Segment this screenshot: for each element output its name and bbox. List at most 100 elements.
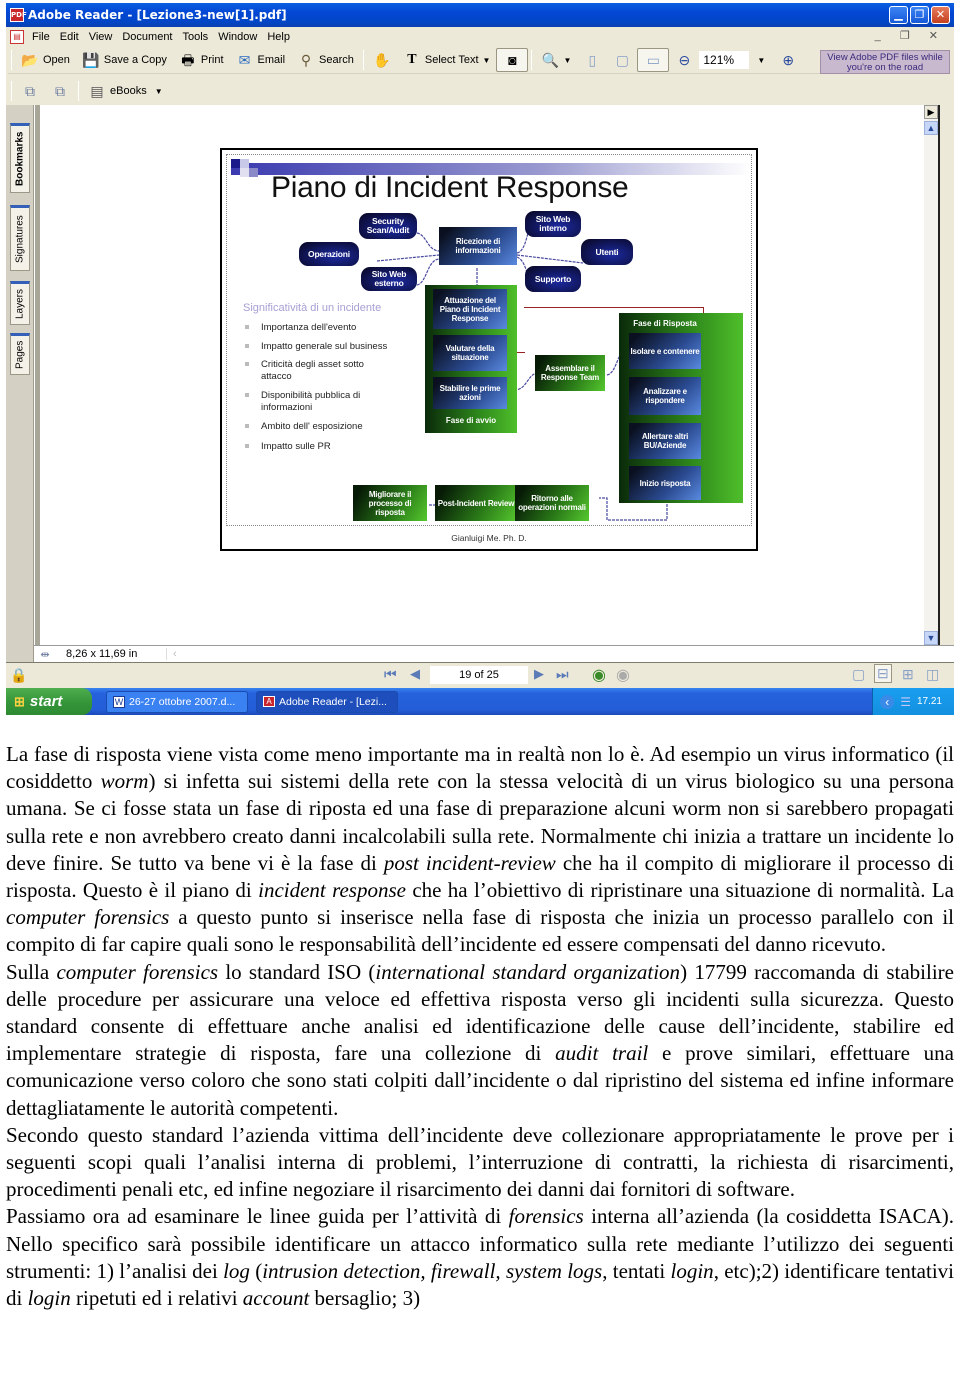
text-run: ( bbox=[249, 1258, 263, 1283]
hand-tool-button[interactable]: ✋ bbox=[367, 48, 397, 72]
doc-close-button[interactable]: ✕ bbox=[929, 30, 946, 42]
next-view-page-button[interactable]: ⧉ bbox=[15, 79, 45, 103]
fit-width-button[interactable]: ▭ bbox=[637, 48, 670, 72]
chevron-down-icon[interactable]: ▼ bbox=[155, 87, 163, 96]
continuous-page-button[interactable]: ⊟ bbox=[874, 664, 892, 683]
adobe-reader-window: PDF Adobe Reader - [Lezione3-new[1].pdf]… bbox=[6, 3, 954, 715]
menu-file[interactable]: File bbox=[27, 31, 55, 43]
next-page-button[interactable]: ▶ bbox=[534, 666, 544, 682]
text-run: lo standard ISO ( bbox=[218, 959, 376, 984]
italic-term: audit trail bbox=[555, 1041, 649, 1066]
significance-heading: Significatività di un incidente bbox=[243, 302, 382, 314]
node-post-incident-review: Post-Incident Review bbox=[435, 485, 517, 521]
clock: 17.21 bbox=[916, 696, 942, 707]
facing-button[interactable]: ◫ bbox=[926, 666, 939, 683]
doc-minimize-button[interactable]: _ bbox=[875, 30, 889, 42]
taskbar-item-word-doc[interactable]: W 26-27 ottobre 2007.d... bbox=[106, 690, 248, 713]
last-page-button[interactable]: ⏭ bbox=[556, 666, 569, 683]
paragraph: Secondo questo standard l’azienda vittim… bbox=[6, 1122, 954, 1204]
chevron-down-icon[interactable]: ▼ bbox=[563, 56, 571, 65]
document-viewport[interactable]: Piano di Incident Response Security Scan… bbox=[40, 105, 940, 645]
menu-view[interactable]: View bbox=[84, 31, 118, 43]
italic-term: computer forensics bbox=[6, 905, 170, 930]
restore-button[interactable]: ❐ bbox=[910, 6, 929, 24]
step-valutare: Valutare della situazione bbox=[433, 335, 507, 371]
ebooks-label: eBooks bbox=[110, 85, 147, 97]
first-page-button[interactable]: ⏮ bbox=[384, 666, 397, 683]
minimize-button[interactable]: ▁ bbox=[889, 6, 908, 24]
tab-pages[interactable]: Pages bbox=[10, 333, 30, 375]
show-hidden-icons-button[interactable]: ‹ bbox=[880, 694, 895, 709]
menu-document[interactable]: Document bbox=[117, 31, 177, 43]
menu-window[interactable]: Window bbox=[213, 31, 262, 43]
node-migliorare: Migliorare il processo di risposta bbox=[353, 485, 427, 521]
print-button[interactable]: 🖶 Print bbox=[173, 48, 230, 72]
menu-tools[interactable]: Tools bbox=[178, 31, 214, 43]
page-actual-size-icon: ▯ bbox=[588, 52, 597, 68]
significance-item: Importanza dell'evento bbox=[245, 322, 395, 334]
ebooks-button[interactable]: ▤ eBooks ▼ bbox=[82, 79, 169, 103]
node-ricezione: Ricezione di informazioni bbox=[439, 227, 517, 265]
previous-page-button[interactable]: ◀ bbox=[410, 666, 420, 682]
close-button[interactable]: ✕ bbox=[931, 6, 950, 24]
printer-icon: 🖶 bbox=[181, 52, 195, 68]
search-button[interactable]: ⚲ Search bbox=[291, 48, 360, 72]
go-back-button[interactable]: ◉ bbox=[592, 665, 606, 685]
collapse-pane-arrow-icon[interactable]: ▶ bbox=[924, 105, 938, 119]
tab-layers[interactable]: Layers bbox=[10, 281, 30, 325]
tab-signatures[interactable]: Signatures bbox=[10, 205, 30, 271]
email-button[interactable]: ✉ Email bbox=[230, 48, 292, 72]
connector-line bbox=[516, 254, 584, 264]
vertical-scrollbar[interactable]: ▶ ▲ ▼ bbox=[924, 105, 938, 645]
menu-help[interactable]: Help bbox=[262, 31, 295, 43]
previous-view-page-button[interactable]: ⧉ bbox=[45, 79, 75, 103]
pdf-doc-icon[interactable]: ▤ bbox=[10, 30, 24, 44]
select-text-button[interactable]: T Select Text ▼ bbox=[397, 48, 497, 72]
floppy-disk-icon: 💾 bbox=[82, 52, 100, 68]
zoom-dropdown-chevron-icon[interactable]: ▼ bbox=[757, 56, 765, 65]
go-forward-button[interactable]: ◉ bbox=[616, 665, 630, 685]
step-stabilire: Stabilire le prime azioni bbox=[433, 377, 507, 409]
return-loop-line bbox=[517, 307, 525, 353]
zoom-out-button[interactable]: ⊖ bbox=[669, 48, 699, 72]
actual-size-button[interactable]: ▯ bbox=[577, 48, 607, 72]
tray-app-icon[interactable]: ☰ bbox=[900, 695, 911, 709]
save-copy-label: Save a Copy bbox=[103, 54, 167, 66]
panel-fase-avvio-title: Fase di avvio bbox=[445, 416, 497, 425]
title-bar[interactable]: PDF Adobe Reader - [Lezione3-new[1].pdf]… bbox=[6, 3, 954, 27]
menu-bar: ▤ File Edit View Document Tools Window H… bbox=[6, 27, 954, 47]
zoom-in-button[interactable]: ⊕ bbox=[773, 48, 803, 72]
open-button[interactable]: 📂 Open bbox=[15, 48, 76, 72]
doc-restore-button[interactable]: ❐ bbox=[900, 30, 918, 42]
zoom-level-input[interactable]: 121% bbox=[699, 51, 750, 69]
text-run: che ha l’obiettivo di ripristinare una s… bbox=[405, 878, 954, 903]
pane-split-icon[interactable]: ⇹ bbox=[34, 648, 56, 661]
tab-bookmarks[interactable]: Bookmarks bbox=[10, 123, 30, 193]
significance-item: Impatto sulle PR bbox=[245, 441, 395, 453]
snapshot-tool-button[interactable]: ◙ bbox=[496, 48, 529, 72]
windows-taskbar: ⊞ start W 26-27 ottobre 2007.d... A Adob… bbox=[6, 688, 954, 715]
chevron-down-icon[interactable]: ▼ bbox=[483, 56, 491, 65]
promo-banner[interactable]: View Adobe PDF files while you're on the… bbox=[820, 50, 950, 74]
zoom-in-tool-button[interactable]: 🔍 ▼ bbox=[535, 48, 577, 72]
menu-edit[interactable]: Edit bbox=[55, 31, 84, 43]
fit-page-button[interactable]: ▢ bbox=[607, 48, 637, 72]
security-lock-icon[interactable]: 🔒 bbox=[10, 667, 27, 684]
start-button[interactable]: ⊞ start bbox=[6, 688, 92, 715]
text-run: , tentati bbox=[602, 1258, 671, 1283]
scroll-up-button[interactable]: ▲ bbox=[924, 121, 938, 135]
save-copy-button[interactable]: 💾 Save a Copy bbox=[76, 48, 173, 72]
text-run: Passiamo ora ad esaminare le linee guida… bbox=[6, 1204, 509, 1229]
page-number-input[interactable]: 19 of 25 bbox=[430, 666, 528, 684]
scroll-down-button[interactable]: ▼ bbox=[924, 631, 938, 645]
scroll-left-arrow-icon[interactable]: ‹ bbox=[166, 648, 177, 660]
email-label: Email bbox=[257, 54, 286, 66]
page-rotate-icon: ⧉ bbox=[55, 83, 65, 99]
continuous-facing-button[interactable]: ⊞ bbox=[902, 666, 914, 683]
taskbar-item-adobe-reader[interactable]: A Adobe Reader - [Lezi... bbox=[256, 690, 398, 713]
single-page-button[interactable]: ▢ bbox=[852, 666, 865, 683]
navigation-bar: 🔒 ⏮ ◀ 19 of 25 ▶ ⏭ ◉ ◉ ▢ ⊟ ⊞ ◫ bbox=[6, 662, 954, 688]
italic-term: forensics bbox=[508, 1204, 584, 1229]
start-label: start bbox=[29, 693, 63, 710]
text-run: bersaglio; 3) bbox=[309, 1286, 421, 1311]
